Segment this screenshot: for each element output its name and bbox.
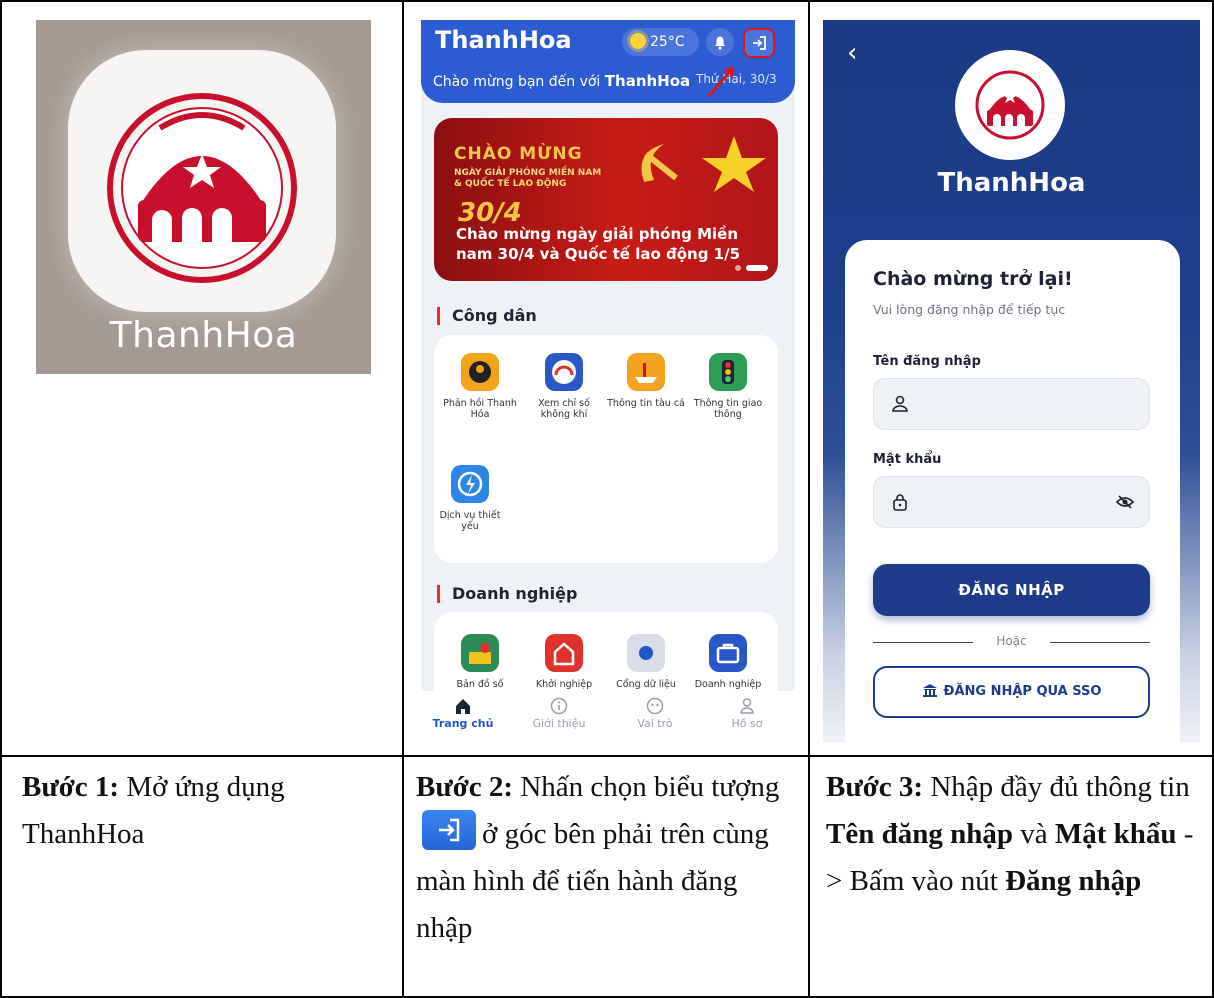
login-button[interactable] [743, 28, 775, 58]
or-divider: Hoặc [873, 634, 1150, 650]
startup-icon [545, 634, 583, 672]
tile-map[interactable]: Bản đồ số [440, 634, 520, 690]
tile-feedback[interactable]: Phản hồi Thanh Hóa [440, 353, 520, 420]
banner-caption: Chào mừng ngày giải phóng Miền nam 30/4 … [456, 225, 741, 263]
home-icon [423, 697, 503, 715]
data-portal-icon [627, 634, 665, 672]
temperature: 25°C [650, 34, 685, 50]
app-home-screenshot: ThanhHoa 25°C Chào mừng bạn đến với Than… [421, 20, 795, 741]
back-chevron-icon[interactable]: ‹ [847, 38, 857, 68]
tile-traffic[interactable]: Thông tin giao thông [688, 353, 768, 420]
user-icon [892, 395, 908, 412]
map-icon [461, 634, 499, 672]
bank-icon [922, 684, 937, 697]
step-2-text: Bước 2: Nhấn chọn biểu tượngở góc bên ph… [416, 771, 780, 944]
password-input[interactable] [918, 491, 1108, 507]
app-logo [955, 50, 1065, 160]
red-arrow-icon [707, 66, 735, 97]
thanhhoa-emblem-icon [107, 93, 297, 283]
login-heading: Chào mừng trở lại! [873, 268, 1073, 290]
section-citizen-title: Công dân [437, 307, 537, 325]
feedback-icon [461, 353, 499, 391]
password-label: Mật khẩu [873, 452, 942, 467]
citizen-services-card: Phản hồi Thanh Hóa Xem chỉ số không khí … [434, 335, 778, 563]
welcome-text: Chào mừng bạn đến với ThanhHoa [433, 72, 691, 90]
login-submit-button[interactable]: ĐĂNG NHẬP [873, 564, 1150, 616]
air-quality-icon [545, 353, 583, 391]
tile-startup[interactable]: Khởi nghiệp [524, 634, 604, 690]
eye-off-icon[interactable] [1115, 492, 1135, 512]
app-header: ThanhHoa 25°C Chào mừng bạn đến với Than… [421, 20, 795, 103]
app-title: ThanhHoa [937, 168, 1086, 198]
table-border-left [0, 0, 2, 998]
username-field[interactable] [873, 378, 1150, 430]
tile-business[interactable]: Doanh nghiệp [688, 634, 768, 690]
role-icon [615, 697, 695, 715]
hammer-sickle-star-icon [641, 136, 766, 192]
section-business-title: Doanh nghiệp [437, 585, 577, 603]
app-label: ThanhHoa [109, 315, 298, 356]
home-screen-screenshot: ThanhHoa [36, 20, 371, 374]
login-icon [422, 810, 476, 851]
brand-title: ThanhHoa [435, 26, 572, 54]
briefcase-icon [709, 634, 747, 672]
password-field[interactable] [873, 476, 1150, 528]
nav-about[interactable]: Giới thiệu [519, 697, 599, 730]
login-icon [753, 36, 766, 50]
notification-button[interactable] [706, 28, 734, 56]
username-label: Tên đăng nhập [873, 354, 981, 369]
lock-icon [893, 494, 907, 511]
table-col-divider-1 [402, 0, 404, 998]
banner-title: CHÀO MỪNG [454, 144, 583, 164]
tile-data-portal[interactable]: Cổng dữ liệu [606, 634, 686, 690]
tile-air-quality[interactable]: Xem chỉ số không khí [524, 353, 604, 420]
thanhhoa-emblem-icon [975, 70, 1045, 140]
profile-icon [707, 697, 787, 715]
weather-badge[interactable]: 25°C [622, 28, 699, 56]
carousel-dots [735, 265, 768, 271]
essential-service-icon [451, 465, 489, 503]
login-card: Chào mừng trở lại! Vui lòng đăng nhập để… [845, 240, 1180, 742]
bell-icon [715, 36, 725, 50]
step-3-text: Bước 3: Nhập đầy đủ thông tin Tên đăng n… [826, 771, 1194, 897]
step-1-text: Bước 1: Mở ứng dụng ThanhHoa [22, 771, 285, 850]
bottom-nav: Trang chủ Giới thiệu Vai trò Hồ sơ [421, 691, 795, 741]
banner-subtitle: NGÀY GIẢI PHÓNG MIỀN NAM & QUỐC TẾ LAO ĐỘ… [454, 168, 602, 189]
sso-login-button[interactable]: ĐĂNG NHẬP QUA SSO [873, 666, 1150, 718]
promo-banner[interactable]: CHÀO MỪNG NGÀY GIẢI PHÓNG MIỀN NAM & QUỐC… [434, 118, 778, 281]
nav-home[interactable]: Trang chủ [423, 697, 503, 730]
info-icon [519, 697, 599, 715]
tile-fishing-boat[interactable]: Thông tin tàu cá [606, 353, 686, 409]
app-icon[interactable] [68, 50, 336, 312]
table-row-divider [0, 755, 1214, 757]
sun-icon [630, 33, 646, 49]
fishing-boat-icon [627, 353, 665, 391]
username-input[interactable] [918, 393, 1108, 409]
nav-profile[interactable]: Hồ sơ [707, 697, 787, 730]
traffic-light-icon [709, 353, 747, 391]
table-col-divider-2 [808, 0, 810, 998]
login-screenshot: ‹ ThanhHoa Chào mừng trở lại! Vui lòng đ… [823, 20, 1200, 742]
login-subheading: Vui lòng đăng nhập để tiếp tục [873, 302, 1066, 317]
nav-role[interactable]: Vai trò [615, 697, 695, 730]
tile-essential-services[interactable]: Dịch vụ thiết yếu [430, 465, 510, 532]
table-border-top [0, 0, 1214, 2]
